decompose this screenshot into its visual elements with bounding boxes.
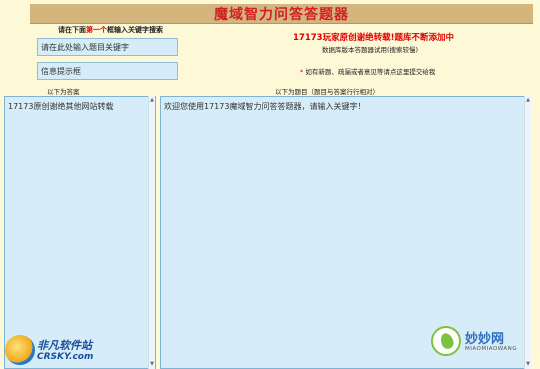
promo-text: 17173玩家原创谢绝转载!题库不断添加中 xyxy=(293,33,454,43)
scroll-up-icon[interactable]: ▲ xyxy=(525,97,531,104)
version-text: 数据库版本答题器试用(搜索较慢) xyxy=(322,46,419,54)
questions-label: 以下为题目（题目与答案行行相对） xyxy=(275,88,379,96)
answers-textarea[interactable]: 17173原创谢绝其他网站转载 xyxy=(4,96,156,369)
search-hint: 请在下面第一个框输入关键字搜索 xyxy=(58,25,163,35)
hint-prefix: 请在下面 xyxy=(58,26,86,34)
scroll-up-icon[interactable]: ▲ xyxy=(149,97,155,104)
answers-label: 以下为答案 xyxy=(47,88,80,96)
scroll-down-icon[interactable]: ▼ xyxy=(149,361,155,368)
crsky-logo-icon xyxy=(5,335,35,365)
answers-scrollbar[interactable]: ▲ ▼ xyxy=(148,96,155,369)
leaf-logo-icon xyxy=(431,326,461,356)
title-bar: 魔域智力问答答题器 xyxy=(30,4,533,24)
watermark-left-line2: CRSKY.com xyxy=(37,352,94,362)
note-star: * xyxy=(300,68,304,76)
info-message-field: 信息提示框 xyxy=(37,62,178,80)
hint-suffix: 框输入关键字搜索 xyxy=(107,26,163,34)
crsky-watermark: 非凡软件站 CRSKY.com xyxy=(0,331,100,369)
hint-highlight: 第一个 xyxy=(86,26,107,34)
watermark-left-line1: 非凡软件站 xyxy=(37,339,92,352)
watermark-right-line2: MIAOMIAOWANG xyxy=(465,346,518,352)
feedback-link[interactable]: * 如有新题、疏漏或者意见等请点这里提交给我 xyxy=(300,66,435,76)
app-title: 魔域智力问答答题器 xyxy=(214,7,349,23)
keyword-input[interactable]: 请在此处输入题目关键字 xyxy=(37,38,178,56)
note-text[interactable]: 如有新题、疏漏或者意见等请点这里提交给我 xyxy=(305,68,435,76)
miaomiaowang-watermark: 妙妙网 MIAOMIAOWANG xyxy=(425,322,537,362)
watermark-right-line1: 妙妙网 xyxy=(465,332,505,347)
scroll-down-icon[interactable]: ▼ xyxy=(525,361,531,368)
